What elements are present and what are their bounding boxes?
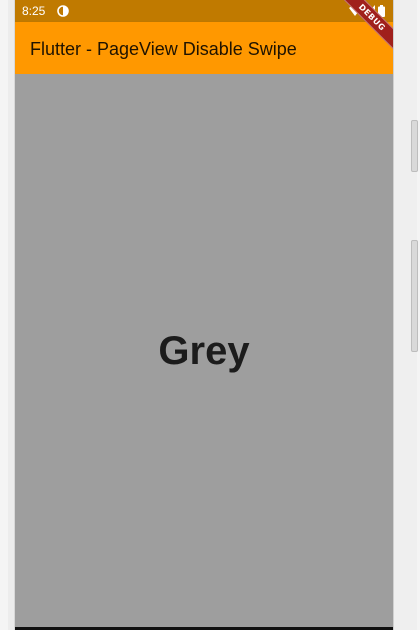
data-saver-icon	[57, 5, 69, 17]
status-time: 8:25	[22, 4, 46, 18]
power-button[interactable]	[411, 240, 418, 352]
status-bar: 8:25	[15, 0, 393, 22]
page-label: Grey	[158, 329, 250, 373]
app-bar: Flutter - PageView Disable Swipe	[15, 22, 393, 74]
phone-screen: 8:25 Flutter - PageView Disable Swipe DE…	[15, 0, 393, 628]
page-view[interactable]: Grey	[15, 74, 393, 628]
volume-button[interactable]	[411, 120, 418, 172]
device-frame: 8:25 Flutter - PageView Disable Swipe DE…	[0, 0, 420, 630]
app-bar-title: Flutter - PageView Disable Swipe	[30, 39, 297, 59]
device-bezel-left	[8, 0, 15, 630]
